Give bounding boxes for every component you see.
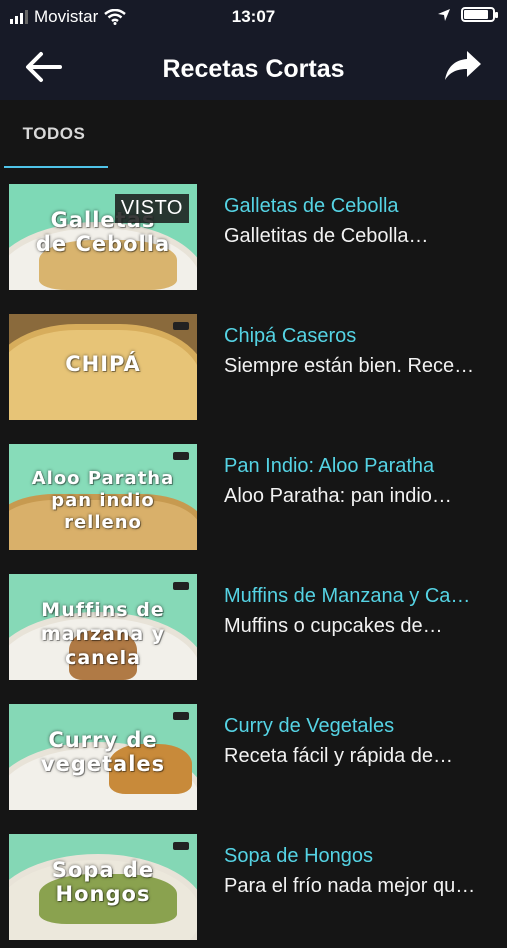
recipe-subtitle: Galletitas de Cebolla… (224, 225, 429, 247)
list-item[interactable]: Muffins de manzana y canela Muffins de M… (0, 558, 507, 688)
thumbnail-text: Sopa de Hongos (51, 858, 155, 906)
channel-badge (173, 452, 189, 460)
recipe-thumbnail: Curry de vegetales (9, 704, 197, 810)
thumbnail-text: Aloo Paratha pan indio relleno (31, 468, 175, 533)
list-item[interactable]: Curry de vegetales Curry de Vegetales Re… (0, 688, 507, 818)
recipe-list: Galletas de Cebolla VISTO Galletas de Ce… (0, 168, 507, 948)
recipe-subtitle: Muffins o cupcakes de… (224, 615, 443, 637)
tab-todos[interactable]: TODOS (0, 100, 108, 168)
recipe-thumbnail: Aloo Paratha pan indio relleno (9, 444, 197, 550)
recipe-subtitle: Para el frío nada mejor qu… (224, 875, 476, 897)
recipe-title: Sopa de Hongos (224, 845, 374, 867)
tab-bar: TODOS (0, 100, 507, 168)
battery-fill (464, 10, 488, 19)
recipe-title: Chipá Caseros (224, 325, 357, 347)
channel-badge (173, 712, 189, 720)
thumbnail-text: CHIPÁ (65, 352, 141, 376)
recipe-thumbnail: CHIPÁ (9, 314, 197, 420)
list-item[interactable]: CHIPÁ Chipá Caseros Siempre están bien. … (0, 298, 507, 428)
watched-badge: VISTO (114, 194, 189, 223)
recipe-title: Galletas de Cebolla (224, 195, 399, 217)
channel-badge (173, 322, 189, 330)
recipe-subtitle: Receta fácil y rápida de… (224, 745, 454, 767)
recipe-title: Pan Indio: Aloo Paratha (224, 455, 435, 477)
recipe-title: Curry de Vegetales (224, 715, 395, 737)
list-item[interactable]: Aloo Paratha pan indio relleno Pan Indio… (0, 428, 507, 558)
list-item[interactable]: Sopa de Hongos Sopa de Hongos Para el fr… (0, 818, 507, 948)
status-right (437, 7, 498, 22)
status-bar: Movistar 13:07 (0, 0, 507, 34)
channel-badge (173, 842, 189, 850)
recipe-thumbnail: Sopa de Hongos (9, 834, 197, 940)
recipe-subtitle: Siempre están bien. Rece… (224, 355, 475, 377)
channel-badge (173, 582, 189, 590)
status-time: 13:07 (231, 7, 276, 26)
share-arrow-icon (445, 51, 481, 80)
thumbnail-text: Curry de vegetales (40, 728, 166, 776)
recipe-subtitle: Aloo Paratha: pan indio… (224, 485, 452, 507)
recipe-thumbnail: Galletas de Cebolla VISTO (9, 184, 197, 290)
recipe-title: Muffins de Manzana y Ca… (224, 585, 471, 607)
battery-icon (461, 7, 498, 22)
recipe-thumbnail: Muffins de manzana y canela (9, 574, 197, 680)
share-button[interactable] (443, 49, 483, 83)
thumbnail-text: Muffins de manzana y canela (40, 599, 166, 669)
location-arrow-icon (438, 8, 450, 21)
page-title: Recetas Cortas (162, 55, 345, 83)
list-item[interactable]: Galletas de Cebolla VISTO Galletas de Ce… (0, 168, 507, 298)
navigation-bar: Recetas Cortas (0, 34, 507, 100)
